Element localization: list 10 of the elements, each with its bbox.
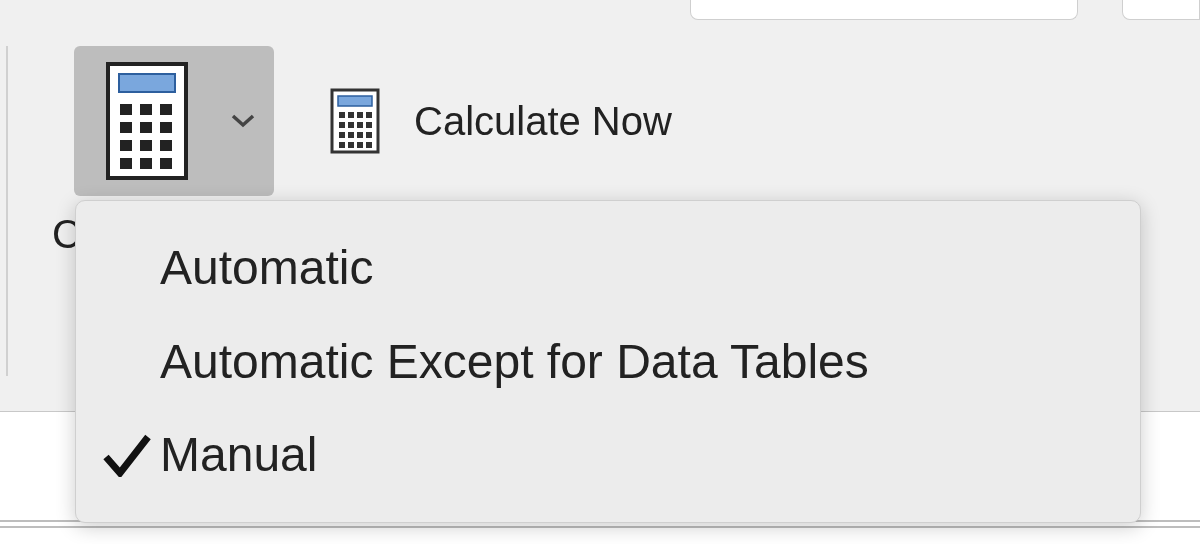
calculator-icon [330,88,380,154]
menu-item[interactable]: Manual [76,408,1140,502]
input-field[interactable] [1121,0,1200,20]
menu-item[interactable]: Automatic Except for Data Tables [76,314,1140,409]
calculate-now-button[interactable]: Calculate Now [330,46,672,196]
input-field[interactable] [690,0,1078,20]
calculator-icon [106,62,188,180]
chevron-down-icon [230,113,256,129]
menu-item[interactable]: Automatic [76,221,1140,315]
calculation-options-button[interactable] [74,46,274,196]
